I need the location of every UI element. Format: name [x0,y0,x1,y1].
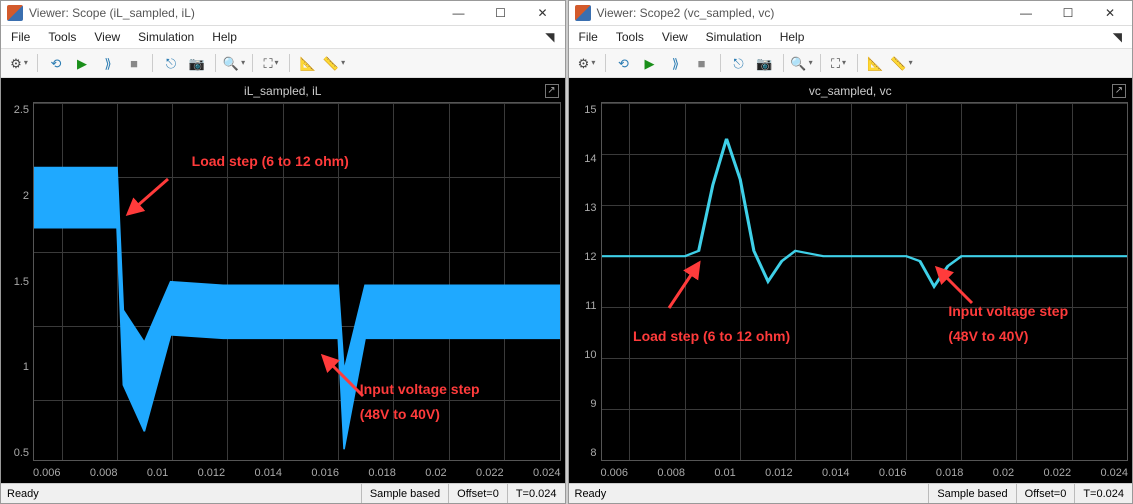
annotation-load-step: Load step (6 to 12 ohm) [633,328,790,344]
status-mode: Sample based [928,484,1015,503]
zoom-icon[interactable]: 🔍▾ [790,52,814,74]
close-button[interactable]: ✕ [531,6,555,20]
app-icon [7,5,23,21]
app-icon [575,5,591,21]
status-ready: Ready [569,488,929,500]
settings-icon[interactable]: ⚙▾ [7,52,31,74]
step-back-icon[interactable]: ⟲ [612,52,636,74]
trigger-icon[interactable]: ⎋ [727,52,751,74]
annotation-input-step-2: (48V to 40V) [360,406,440,422]
step-forward-icon[interactable]: ⟫ [96,52,120,74]
y-axis: 2.5 2 1.5 1 0.5 [5,102,33,479]
maximize-button[interactable]: ☐ [1056,6,1080,20]
scope-window-2: Viewer: Scope2 (vc_sampled, vc) — ☐ ✕ Fi… [568,0,1133,504]
cursor-icon[interactable]: 📐 [296,52,320,74]
menu-help[interactable]: Help [212,30,237,44]
cursor-icon[interactable]: 📐 [864,52,888,74]
menu-simulation[interactable]: Simulation [706,30,762,44]
status-time: T=0.024 [1074,484,1132,503]
x-axis: 0.0060.0080.010.0120.0140.0160.0180.020.… [601,467,1129,479]
chart-title: vc_sampled, vc [573,82,1129,102]
plot-trace [602,103,1128,460]
measure-icon[interactable]: 📏▾ [322,52,346,74]
plot-canvas[interactable]: Load step (6 to 12 ohm) Input voltage st… [601,102,1129,461]
statusbar: Ready Sample based Offset=0 T=0.024 [569,483,1133,503]
x-axis: 0.0060.0080.010.0120.0140.0160.0180.020.… [33,467,561,479]
stop-icon[interactable]: ■ [122,52,146,74]
menubar: File Tools View Simulation Help ◥ [1,26,565,49]
close-button[interactable]: ✕ [1098,6,1122,20]
menu-tools[interactable]: Tools [616,30,644,44]
trigger-icon[interactable]: ⎋ [159,52,183,74]
scope-area: iL_sampled, iL ↗ 2.5 2 1.5 1 0.5 Load st… [1,78,565,483]
zoom-icon[interactable]: 🔍▾ [222,52,246,74]
stop-icon[interactable]: ■ [690,52,714,74]
expand-icon[interactable]: ↗ [1112,84,1126,98]
menu-help[interactable]: Help [780,30,805,44]
menu-simulation[interactable]: Simulation [138,30,194,44]
annotation-load-step: Load step (6 to 12 ohm) [192,153,349,169]
minimize-button[interactable]: — [447,6,471,20]
menu-tools[interactable]: Tools [48,30,76,44]
scope-window-1: Viewer: Scope (iL_sampled, iL) — ☐ ✕ Fil… [0,0,566,504]
step-forward-icon[interactable]: ⟫ [664,52,688,74]
titlebar[interactable]: Viewer: Scope2 (vc_sampled, vc) — ☐ ✕ [569,1,1133,26]
annotation-input-step-1: Input voltage step [360,381,480,397]
toolbar: ⚙▾ ⟲ ▶ ⟫ ■ ⎋ 📷 🔍▾ ⛶▾ 📐 📏▾ [1,49,565,78]
autoscale-icon[interactable]: ⛶▾ [827,52,851,74]
play-icon[interactable]: ▶ [70,52,94,74]
annotation-input-step-2: (48V to 40V) [948,328,1028,344]
statusbar: Ready Sample based Offset=0 T=0.024 [1,483,565,503]
scope-area: vc_sampled, vc ↗ 15 14 13 12 11 10 9 8 L… [569,78,1133,483]
menu-view[interactable]: View [662,30,688,44]
snapshot-icon[interactable]: 📷 [185,52,209,74]
measure-icon[interactable]: 📏▾ [890,52,914,74]
titlebar[interactable]: Viewer: Scope (iL_sampled, iL) — ☐ ✕ [1,1,565,26]
maximize-button[interactable]: ☐ [489,6,513,20]
plot-canvas[interactable]: Load step (6 to 12 ohm) Input voltage st… [33,102,561,461]
menu-corner-icon[interactable]: ◥ [545,30,554,44]
autoscale-icon[interactable]: ⛶▾ [259,52,283,74]
window-title: Viewer: Scope (iL_sampled, iL) [29,6,447,20]
menu-view[interactable]: View [94,30,120,44]
y-axis: 15 14 13 12 11 10 9 8 [573,102,601,479]
menu-file[interactable]: File [579,30,598,44]
toolbar: ⚙▾ ⟲ ▶ ⟫ ■ ⎋ 📷 🔍▾ ⛶▾ 📐 📏▾ [569,49,1133,78]
annotation-input-step-1: Input voltage step [948,303,1068,319]
minimize-button[interactable]: — [1014,6,1038,20]
menu-file[interactable]: File [11,30,30,44]
status-ready: Ready [1,488,361,500]
step-back-icon[interactable]: ⟲ [44,52,68,74]
status-offset: Offset=0 [1016,484,1075,503]
menu-corner-icon[interactable]: ◥ [1113,30,1122,44]
window-title: Viewer: Scope2 (vc_sampled, vc) [597,6,1015,20]
menubar: File Tools View Simulation Help ◥ [569,26,1133,49]
chart-title: iL_sampled, iL [5,82,561,102]
status-time: T=0.024 [507,484,565,503]
status-mode: Sample based [361,484,448,503]
settings-icon[interactable]: ⚙▾ [575,52,599,74]
play-icon[interactable]: ▶ [638,52,662,74]
snapshot-icon[interactable]: 📷 [753,52,777,74]
expand-icon[interactable]: ↗ [545,84,559,98]
status-offset: Offset=0 [448,484,507,503]
